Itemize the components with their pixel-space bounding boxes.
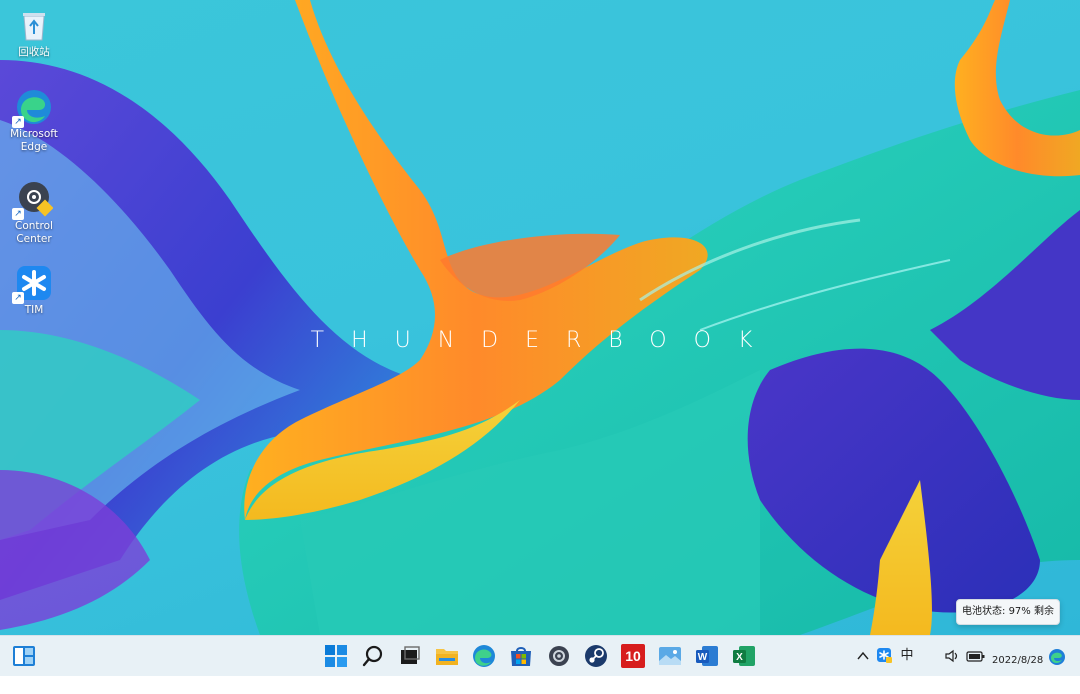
- tray-tim-button[interactable]: [877, 647, 893, 665]
- battery-button[interactable]: [966, 648, 986, 664]
- app-10-button[interactable]: 10: [621, 644, 645, 668]
- notification-button[interactable]: [1048, 648, 1066, 666]
- shortcut-arrow-icon: ↗: [12, 208, 24, 220]
- wallpaper-brand-text: THUNDERBOOK: [310, 328, 780, 353]
- task-view-icon: [401, 646, 420, 664]
- store-icon: [511, 647, 531, 666]
- file-explorer-icon: [436, 649, 458, 665]
- desktop-icon-control-center[interactable]: ↗ Control Center: [4, 180, 64, 246]
- volume-button[interactable]: [944, 648, 962, 664]
- search-icon: [362, 645, 383, 667]
- battery-tooltip: 电池状态: 97% 剩余: [956, 599, 1060, 625]
- svg-text:X: X: [736, 652, 743, 663]
- ime-mode-icon: [922, 650, 928, 662]
- search-button[interactable]: [361, 644, 385, 668]
- app-10-icon: 10: [621, 644, 645, 668]
- edge-taskbar-button[interactable]: [472, 644, 496, 668]
- svg-text:W: W: [698, 652, 708, 663]
- control-center-icon: ↗: [12, 180, 54, 220]
- steam-button[interactable]: [584, 644, 608, 668]
- shortcut-arrow-icon: ↗: [12, 116, 24, 128]
- recycle-bin-icon: [15, 6, 53, 44]
- desktop[interactable]: THUNDERBOOK 回收站 ↗ Microsoft Edge ↗ Contr…: [0, 0, 1080, 635]
- desktop-icon-label: Microsoft Edge: [10, 128, 58, 153]
- desktop-icon-label: Control Center: [15, 220, 53, 245]
- tim-icon: ↗: [12, 264, 53, 304]
- battery-icon: [966, 651, 985, 662]
- shortcut-arrow-icon: ↗: [12, 292, 24, 304]
- steam-icon: [585, 645, 607, 667]
- widgets-icon: [13, 646, 35, 666]
- clock-date[interactable]: 2022/8/28: [992, 654, 1044, 694]
- excel-button[interactable]: X: [732, 644, 756, 668]
- taskbar: 10 W X 中 2022/8/28: [0, 635, 1080, 676]
- chevron-up-icon: [857, 651, 869, 660]
- notification-icon: [1049, 649, 1065, 665]
- word-button[interactable]: W: [695, 644, 719, 668]
- tim-icon: [877, 648, 892, 663]
- desktop-icon-label: TIM: [24, 304, 44, 316]
- desktop-icon-label: 回收站: [18, 46, 50, 58]
- start-icon: [325, 645, 347, 667]
- task-view-button[interactable]: [397, 644, 421, 668]
- desktop-icon-tim[interactable]: ↗ TIM: [4, 264, 64, 317]
- word-icon: W: [696, 646, 718, 666]
- desktop-icon-edge[interactable]: ↗ Microsoft Edge: [4, 88, 64, 154]
- photos-button[interactable]: [658, 644, 682, 668]
- show-hidden-icons-button[interactable]: [856, 648, 870, 664]
- settings-button[interactable]: [547, 644, 571, 668]
- start-button[interactable]: [324, 644, 348, 668]
- tray-ime-options-button[interactable]: [919, 648, 937, 664]
- edge-icon: ↗: [12, 88, 53, 128]
- wallpaper: [0, 0, 1080, 635]
- settings-icon: [549, 646, 569, 666]
- photos-icon: [659, 647, 681, 665]
- file-explorer-button[interactable]: [435, 644, 459, 668]
- excel-icon: X: [733, 646, 755, 666]
- speaker-icon: [945, 649, 958, 663]
- store-button[interactable]: [509, 644, 533, 668]
- input-method-indicator[interactable]: 中: [899, 636, 915, 676]
- widgets-button[interactable]: [12, 644, 36, 668]
- desktop-icon-recycle-bin[interactable]: 回收站: [4, 6, 64, 59]
- edge-icon: [473, 645, 495, 667]
